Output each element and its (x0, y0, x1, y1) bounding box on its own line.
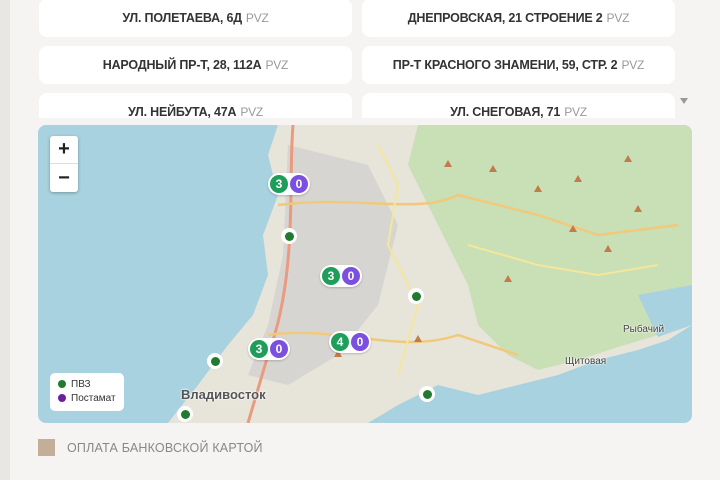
pvz-marker[interactable] (281, 228, 297, 244)
address-list: УЛ. ПОЛЕТАЕВА, 6Д PVZ ДНЕПРОВСКАЯ, 21 СТР… (39, 0, 679, 118)
address-button[interactable]: НАРОДНЫЙ ПР-Т, 28, 112А PVZ (39, 46, 352, 84)
postamat-legend-icon (58, 394, 66, 402)
place-label: Щитовая (565, 356, 607, 367)
address-button[interactable]: ДНЕПРОВСКАЯ, 21 СТРОЕНИЕ 2 PVZ (362, 0, 675, 37)
pvz-marker[interactable] (207, 353, 223, 369)
map-cluster[interactable]: 30 (268, 173, 310, 195)
map-cluster[interactable]: 40 (329, 331, 371, 353)
city-label: Владивосток (181, 387, 266, 402)
pvz-marker[interactable] (419, 386, 435, 402)
place-label: Рыбачий (623, 324, 665, 335)
scroll-down-arrow-icon[interactable] (680, 98, 688, 104)
address-button[interactable]: УЛ. ПОЛЕТАЕВА, 6Д PVZ (39, 0, 352, 37)
payment-swatch-icon (38, 439, 55, 456)
map-cluster[interactable]: 30 (248, 338, 290, 360)
zoom-control: + − (50, 136, 78, 192)
address-button[interactable]: УЛ. СНЕГОВАЯ, 71 PVZ (362, 93, 675, 118)
pvz-marker[interactable] (408, 288, 424, 304)
map[interactable]: + − 30 30 30 40 Владивосток Рыбачий Щито… (38, 125, 692, 423)
map-legend: ПВЗ Постамат (50, 373, 124, 411)
map-tiles (168, 125, 692, 423)
map-cluster[interactable]: 30 (320, 265, 362, 287)
zoom-out-button[interactable]: − (50, 164, 78, 192)
address-button[interactable]: ПР-Т КРАСНОГО ЗНАМЕНИ, 59, СТР. 2 PVZ (362, 46, 675, 84)
pvz-marker[interactable] (177, 406, 193, 422)
zoom-in-button[interactable]: + (50, 136, 78, 164)
payment-option: ОПЛАТА БАНКОВСКОЙ КАРТОЙ (38, 439, 263, 456)
address-button[interactable]: УЛ. НЕЙБУТА, 47А PVZ (39, 93, 352, 118)
pvz-legend-icon (58, 380, 66, 388)
